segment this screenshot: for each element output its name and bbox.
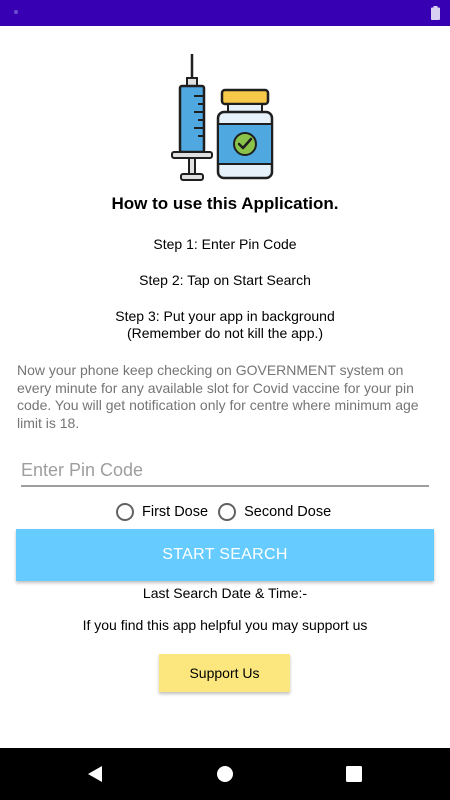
dose-radio-group: First Dose Second Dose: [116, 500, 341, 524]
step-2-text: Step 2: Tap on Start Search: [139, 272, 311, 288]
first-dose-radio[interactable]: [116, 503, 134, 521]
home-icon[interactable]: [216, 765, 234, 783]
status-bar: [0, 0, 450, 26]
support-us-button[interactable]: Support Us: [159, 654, 290, 692]
description-text: Now your phone keep checking on GOVERNME…: [17, 362, 419, 431]
start-search-button[interactable]: START SEARCH: [16, 529, 434, 581]
page-title: How to use this Application.: [111, 194, 339, 213]
support-text: If you find this app helpful you may sup…: [82, 617, 368, 633]
first-dose-label[interactable]: First Dose: [142, 504, 208, 520]
battery-icon: [431, 6, 440, 20]
syringe-vaccine-vial-icon: [171, 54, 274, 181]
navigation-bar: [0, 748, 450, 800]
pin-code-input[interactable]: [21, 455, 429, 487]
last-search-label: Last Search Date & Time:-: [142, 585, 308, 601]
step-1-text: Step 1: Enter Pin Code: [153, 236, 297, 252]
notification-dot-icon: [14, 10, 18, 14]
step-3-note: (Remember do not kill the app.): [126, 325, 324, 341]
second-dose-label[interactable]: Second Dose: [244, 504, 331, 520]
recents-icon[interactable]: [346, 766, 362, 782]
step-3-text: Step 3: Put your app in background: [115, 308, 335, 324]
back-icon[interactable]: [86, 765, 104, 783]
second-dose-radio[interactable]: [218, 503, 237, 521]
